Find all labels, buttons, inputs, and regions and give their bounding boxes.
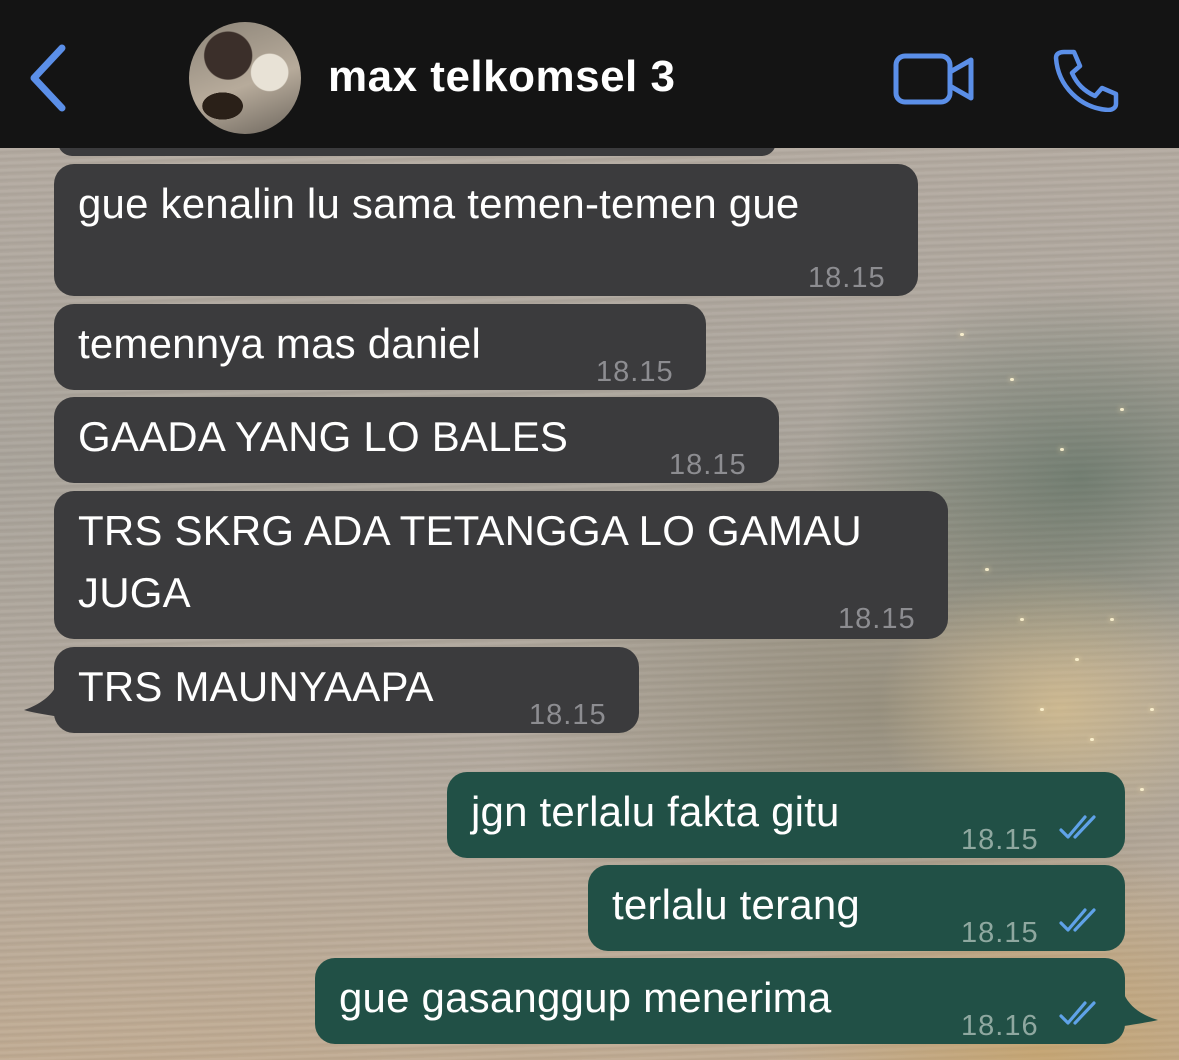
message-text-line1: TRS SKRG ADA TETANGGA LO GAMAU bbox=[78, 507, 862, 554]
message-text: gue gasanggup menerima bbox=[339, 974, 832, 1021]
contact-avatar[interactable] bbox=[189, 22, 301, 134]
outgoing-message[interactable]: gue gasanggup menerima 18.16 bbox=[315, 958, 1125, 1044]
video-call-button[interactable] bbox=[892, 52, 976, 106]
message-time: 18.15 bbox=[961, 824, 1039, 856]
message-text-line2: JUGA bbox=[78, 569, 191, 616]
message-time: 18.15 bbox=[669, 449, 747, 481]
message-text: terlalu terang bbox=[612, 881, 860, 928]
double-check-icon bbox=[1059, 908, 1096, 932]
chat-header: max telkomsel 3 bbox=[0, 0, 1179, 148]
message-time: 18.15 bbox=[529, 699, 607, 731]
message-text: jgn terlalu fakta gitu bbox=[471, 788, 840, 835]
double-check-icon bbox=[1059, 815, 1096, 839]
outgoing-message[interactable]: terlalu terang 18.15 bbox=[588, 865, 1125, 951]
incoming-message[interactable]: TRS SKRG ADA TETANGGA LO GAMAU JUGA 18.1… bbox=[54, 491, 948, 639]
outgoing-message[interactable]: jgn terlalu fakta gitu 18.15 bbox=[447, 772, 1125, 858]
voice-call-button[interactable] bbox=[1050, 48, 1120, 113]
incoming-message[interactable]: TRS MAUNYAAPA 18.15 bbox=[54, 647, 639, 733]
message-text: temennya mas daniel bbox=[78, 320, 482, 367]
incoming-message[interactable]: temennya mas daniel 18.15 bbox=[54, 304, 706, 390]
message-time: 18.15 bbox=[808, 262, 886, 294]
message-text: gue kenalin lu sama temen-temen gue bbox=[78, 180, 800, 227]
video-camera-icon bbox=[893, 53, 974, 105]
message-text: TRS MAUNYAAPA bbox=[78, 663, 434, 710]
message-time: 18.15 bbox=[961, 917, 1039, 949]
contact-name[interactable]: max telkomsel 3 bbox=[328, 52, 675, 102]
message-time: 18.15 bbox=[596, 356, 674, 388]
message-time: 18.15 bbox=[838, 603, 916, 635]
phone-icon bbox=[1053, 49, 1119, 113]
back-button[interactable] bbox=[24, 42, 74, 114]
incoming-message[interactable]: GAADA YANG LO BALES 18.15 bbox=[54, 397, 779, 483]
incoming-message[interactable]: gue kenalin lu sama temen-temen gue 18.1… bbox=[54, 164, 918, 296]
chevron-left-icon bbox=[30, 44, 66, 112]
double-check-icon bbox=[1059, 1001, 1096, 1025]
message-time: 18.16 bbox=[961, 1010, 1039, 1042]
message-text: GAADA YANG LO BALES bbox=[78, 413, 569, 460]
